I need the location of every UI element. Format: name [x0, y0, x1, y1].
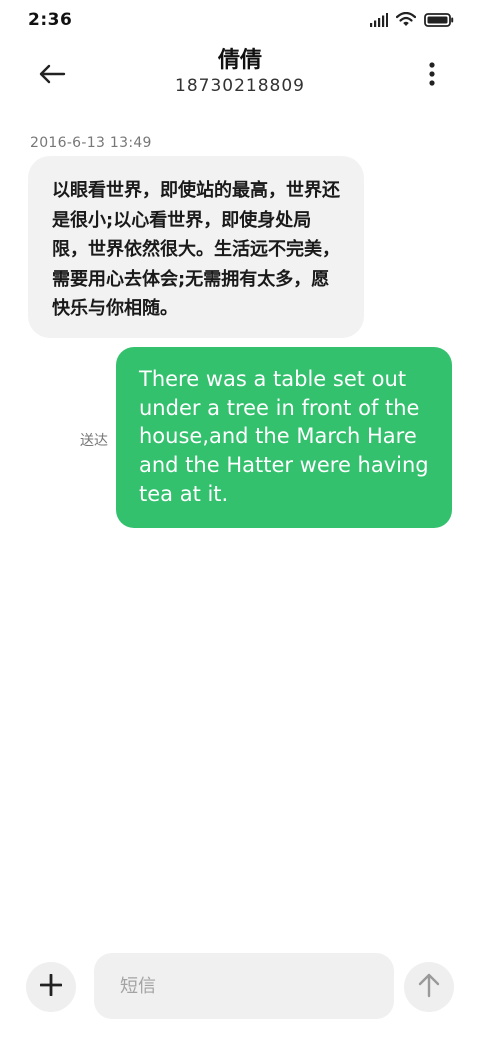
- conversation-header: 倩倩 18730218809: [0, 42, 480, 114]
- plus-icon: [39, 973, 63, 1000]
- status-time: 2:36: [28, 10, 73, 30]
- status-bar: 2:36: [0, 0, 480, 42]
- more-options-button[interactable]: [420, 56, 444, 96]
- battery-icon: [424, 12, 454, 31]
- more-vertical-icon: [429, 62, 435, 90]
- composer-bar: [0, 950, 480, 1022]
- sms-input[interactable]: [94, 953, 394, 1019]
- signal-icon: [370, 12, 388, 31]
- message-timestamp: 2016-6-13 13:49: [30, 135, 152, 151]
- incoming-message-bubble[interactable]: 以眼看世界，即使站的最高，世界还是很小;以心看世界，即使身处局限，世界依然很大。…: [28, 156, 364, 338]
- arrow-up-icon: [418, 972, 440, 1002]
- wifi-icon: [395, 11, 417, 31]
- status-icons: [370, 11, 454, 31]
- outgoing-message-bubble[interactable]: There was a table set out under a tree i…: [116, 347, 452, 528]
- add-attachment-button[interactable]: [26, 962, 76, 1012]
- contact-number: 18730218809: [175, 76, 305, 96]
- contact-name: 倩倩: [217, 48, 262, 73]
- delivery-status: 送达: [80, 433, 108, 449]
- send-button[interactable]: [404, 962, 454, 1012]
